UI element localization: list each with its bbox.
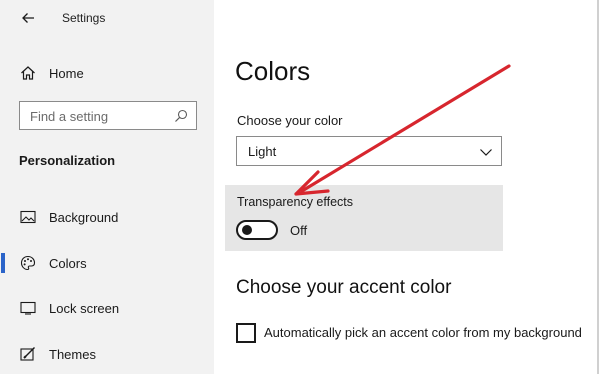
sidebar-item-colors[interactable]: Colors bbox=[0, 245, 214, 281]
sidebar-item-background[interactable]: Background bbox=[0, 199, 214, 235]
sidebar-item-label: Background bbox=[49, 209, 119, 225]
toggle-knob bbox=[242, 225, 252, 235]
color-mode-value: Light bbox=[248, 144, 277, 159]
search-input[interactable]: Find a setting bbox=[19, 101, 197, 130]
picture-icon bbox=[19, 208, 37, 226]
sidebar-item-home[interactable]: Home bbox=[0, 55, 214, 91]
annotation-arrow-shaft bbox=[300, 64, 511, 193]
transparency-label: Transparency effects bbox=[237, 195, 354, 209]
search-icon[interactable] bbox=[173, 108, 189, 124]
themes-icon bbox=[19, 345, 37, 363]
sidebar-item-themes[interactable]: Themes bbox=[0, 336, 214, 372]
sidebar-item-label: Colors bbox=[49, 255, 87, 271]
back-arrow-icon[interactable] bbox=[18, 8, 38, 28]
sidebar-item-label: Themes bbox=[49, 346, 96, 362]
sidebar-section-heading: Personalization bbox=[19, 153, 116, 168]
transparency-panel: Transparency effects Off bbox=[225, 185, 503, 251]
transparency-toggle[interactable] bbox=[236, 220, 278, 240]
window-title: Settings bbox=[62, 11, 106, 25]
choose-color-label: Choose your color bbox=[237, 113, 343, 128]
sidebar: Settings Home Find a setting Personaliza… bbox=[0, 0, 214, 374]
sidebar-item-lock-screen[interactable]: Lock screen bbox=[0, 290, 214, 326]
accent-color-heading: Choose your accent color bbox=[236, 277, 452, 298]
transparency-state: Off bbox=[290, 223, 308, 238]
auto-accent-label[interactable]: Automatically pick an accent color from … bbox=[264, 325, 582, 340]
chevron-down-icon bbox=[479, 145, 493, 157]
sidebar-item-label: Lock screen bbox=[49, 300, 120, 316]
auto-accent-checkbox[interactable] bbox=[236, 323, 256, 343]
search-placeholder: Find a setting bbox=[30, 109, 109, 124]
sidebar-item-label: Home bbox=[49, 65, 84, 81]
home-icon bbox=[19, 64, 37, 82]
palette-icon bbox=[19, 254, 37, 272]
page-title: Colors bbox=[235, 56, 311, 86]
lock-screen-icon bbox=[19, 299, 37, 317]
color-mode-dropdown[interactable]: Light bbox=[236, 136, 502, 166]
